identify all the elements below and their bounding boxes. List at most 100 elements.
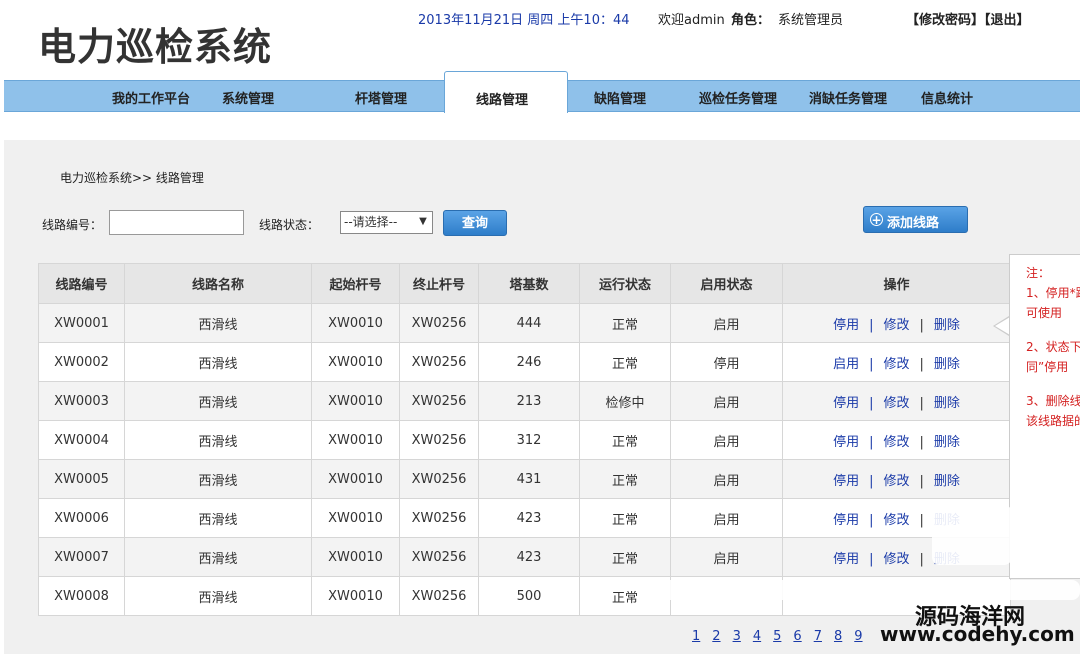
note-title: 注： bbox=[1026, 266, 1051, 280]
nav-item-tower[interactable]: 杆塔管理 bbox=[355, 88, 407, 107]
table-row: XW0002 西滑线 XW0010 XW0256 246 正常 停用 启用 | 修改 | 删除 bbox=[38, 342, 1011, 382]
cell-start: XW0010 bbox=[311, 381, 400, 421]
edit-link[interactable]: 修改 bbox=[883, 474, 909, 489]
nav-item-patrol-task[interactable]: 巡检任务管理 bbox=[699, 88, 777, 107]
cell-actions: 启用 | 修改 | 删除 bbox=[782, 342, 1011, 382]
separator: | bbox=[919, 512, 924, 528]
note-panel: 注： 1、停用*路，在任任务和消不可使用 2、状态下的所有均置为“停作同”停用 … bbox=[1009, 254, 1080, 579]
toggle-link[interactable]: 停用 bbox=[833, 396, 859, 411]
delete-link[interactable]: 删除 bbox=[934, 357, 960, 372]
edit-link[interactable]: 修改 bbox=[883, 357, 909, 372]
cell-actions: 停用 | 修改 | 删除 bbox=[782, 420, 1011, 460]
cell-code: XW0006 bbox=[38, 498, 125, 538]
cell-enabled: 启用 bbox=[670, 303, 783, 343]
table-row: XW0005 西滑线 XW0010 XW0256 431 正常 启用 停用 | 修改 | 删除 bbox=[38, 459, 1011, 499]
cell-code: XW0004 bbox=[38, 420, 125, 460]
cell-code: XW0001 bbox=[38, 303, 125, 343]
separator: | bbox=[869, 434, 874, 450]
chevron-down-icon: ▼ bbox=[419, 216, 427, 227]
line-code-label: 线路编号： bbox=[42, 218, 103, 232]
page-link[interactable]: 1 bbox=[692, 629, 700, 644]
nav-item-defect[interactable]: 缺陷管理 bbox=[594, 88, 646, 107]
cell-code: XW0008 bbox=[38, 576, 125, 616]
cell-name: 西滑线 bbox=[124, 498, 312, 538]
delete-link[interactable]: 删除 bbox=[934, 396, 960, 411]
cell-start: XW0010 bbox=[311, 537, 400, 577]
nav-item-system[interactable]: 系统管理 bbox=[222, 88, 274, 107]
cell-towers: 423 bbox=[478, 498, 580, 538]
separator: | bbox=[869, 512, 874, 528]
page-link[interactable]: 8 bbox=[834, 629, 842, 644]
cell-code: XW0007 bbox=[38, 537, 125, 577]
cell-run-status: 正常 bbox=[579, 342, 671, 382]
page-link[interactable]: 2 bbox=[712, 629, 720, 644]
delete-link[interactable]: 删除 bbox=[934, 474, 960, 489]
image-blur bbox=[932, 505, 1012, 565]
cell-start: XW0010 bbox=[311, 498, 400, 538]
col-header-end: 终止杆号 bbox=[399, 263, 479, 304]
nav-item-line-label: 线路管理 bbox=[476, 93, 529, 108]
cell-name: 西滑线 bbox=[124, 342, 312, 382]
cell-name: 西滑线 bbox=[124, 459, 312, 499]
edit-link[interactable]: 修改 bbox=[883, 435, 909, 450]
separator: | bbox=[869, 551, 874, 567]
role-value: 系统管理员 bbox=[778, 13, 844, 28]
cell-code: XW0005 bbox=[38, 459, 125, 499]
cell-start: XW0010 bbox=[311, 342, 400, 382]
toggle-link[interactable]: 启用 bbox=[833, 357, 859, 372]
change-password-link[interactable]: 【修改密码】 bbox=[906, 13, 984, 28]
cell-enabled: 停用 bbox=[670, 342, 783, 382]
cell-name: 西滑线 bbox=[124, 576, 312, 616]
table-row: XW0004 西滑线 XW0010 XW0256 312 正常 启用 停用 | 修改 | 删除 bbox=[38, 420, 1011, 460]
toggle-link[interactable]: 停用 bbox=[833, 435, 859, 450]
edit-link[interactable]: 修改 bbox=[883, 552, 909, 567]
cell-start: XW0010 bbox=[311, 420, 400, 460]
toggle-link[interactable]: 停用 bbox=[833, 318, 859, 333]
edit-link[interactable]: 修改 bbox=[883, 513, 909, 528]
separator: | bbox=[919, 356, 924, 372]
table-row: XW0001 西滑线 XW0010 XW0256 444 正常 启用 停用 | 修改 | 删除 bbox=[38, 303, 1011, 343]
line-status-select[interactable]: --请选择-- ▼ bbox=[340, 211, 433, 234]
cell-run-status: 正常 bbox=[579, 537, 671, 577]
logout-link[interactable]: 【退出】 bbox=[984, 13, 1030, 28]
cell-run-status: 检修中 bbox=[579, 381, 671, 421]
page-link[interactable]: 9 bbox=[854, 629, 862, 644]
toggle-link[interactable]: 停用 bbox=[833, 474, 859, 489]
add-line-button[interactable]: + 添加线路 bbox=[863, 206, 968, 233]
current-datetime: 2013年11月21日 周四 上午10：44 bbox=[418, 13, 630, 28]
toggle-link[interactable]: 停用 bbox=[833, 513, 859, 528]
nav-item-statistics[interactable]: 信息统计 bbox=[921, 88, 973, 107]
nav-item-workbench[interactable]: 我的工作平台 bbox=[112, 88, 190, 107]
delete-link[interactable]: 删除 bbox=[934, 318, 960, 333]
page-link[interactable]: 3 bbox=[733, 629, 741, 644]
page-link[interactable]: 7 bbox=[814, 629, 822, 644]
line-status-selected: --请选择-- bbox=[344, 215, 398, 229]
delete-link[interactable]: 删除 bbox=[934, 435, 960, 450]
image-blur bbox=[660, 580, 1080, 600]
cell-towers: 423 bbox=[478, 537, 580, 577]
table-row: XW0006西滑线XW0010XW0256423正常启用停用|修改|删除 bbox=[38, 498, 1011, 538]
nav-item-fix-task[interactable]: 消缺任务管理 bbox=[809, 88, 887, 107]
edit-link[interactable]: 修改 bbox=[883, 396, 909, 411]
query-button[interactable]: 查询 bbox=[443, 210, 507, 236]
add-line-label: 添加线路 bbox=[887, 216, 940, 231]
line-status-label: 线路状态： bbox=[259, 218, 320, 232]
cell-towers: 246 bbox=[478, 342, 580, 382]
separator: | bbox=[869, 473, 874, 489]
table-row: XW0003 西滑线 XW0010 XW0256 213 检修中 启用 停用 | 修改 | 删除 bbox=[38, 381, 1011, 421]
cell-end: XW0256 bbox=[399, 537, 479, 577]
separator: | bbox=[919, 395, 924, 411]
cell-run-status: 正常 bbox=[579, 303, 671, 343]
page-link[interactable]: 6 bbox=[793, 629, 801, 644]
nav-item-line-active[interactable]: 线路管理 bbox=[444, 71, 568, 113]
cell-enabled: 启用 bbox=[670, 381, 783, 421]
edit-link[interactable]: 修改 bbox=[883, 318, 909, 333]
toggle-link[interactable]: 停用 bbox=[833, 552, 859, 567]
cell-run-status: 正常 bbox=[579, 576, 671, 616]
line-code-input[interactable] bbox=[109, 210, 244, 235]
cell-end: XW0256 bbox=[399, 381, 479, 421]
page-link[interactable]: 4 bbox=[753, 629, 761, 644]
page-link[interactable]: 5 bbox=[773, 629, 781, 644]
note-item: 1、停用*路，在任任务和消不可使用 bbox=[1026, 286, 1080, 320]
cell-end: XW0256 bbox=[399, 576, 479, 616]
